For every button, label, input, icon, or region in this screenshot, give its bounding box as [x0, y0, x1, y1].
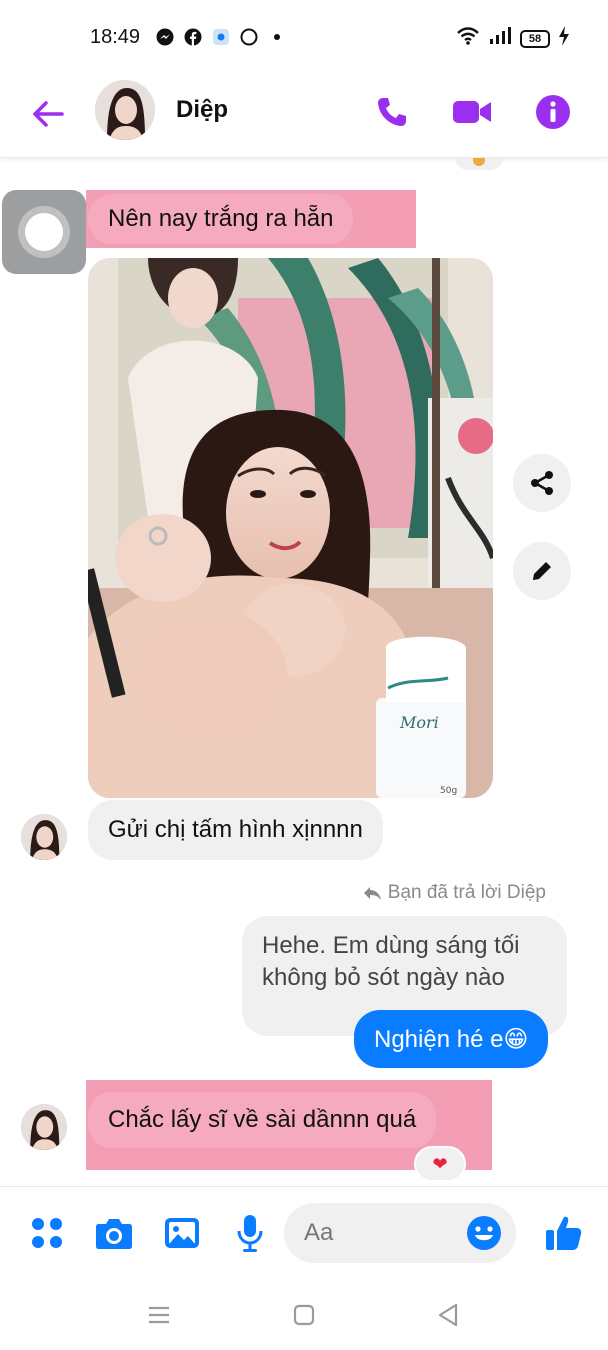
message-composer: Aa — [0, 1186, 608, 1282]
voice-button[interactable] — [230, 1213, 270, 1253]
charging-icon — [558, 26, 570, 51]
message-text: Nên nay trắng ra hẵn — [108, 205, 334, 232]
share-icon — [531, 471, 553, 495]
like-button[interactable] — [544, 1213, 584, 1253]
apps-button[interactable] — [27, 1213, 67, 1253]
assistive-touch-button[interactable] — [2, 190, 86, 274]
message-bubble-incoming[interactable]: Nên nay trắng ra hẵn — [88, 194, 354, 244]
heart-icon: ❤ — [432, 1153, 448, 1174]
sender-avatar[interactable] — [21, 814, 67, 860]
mic-icon — [237, 1215, 263, 1252]
signal-icon — [488, 26, 512, 51]
back-arrow-icon — [33, 101, 64, 127]
message-text: Gửi chị tấm hình xịnnnn — [108, 816, 363, 843]
dot-icon — [268, 28, 286, 46]
system-back-button[interactable] — [433, 1300, 463, 1330]
camera-icon — [96, 1219, 132, 1249]
app-icon — [212, 28, 230, 46]
reply-indicator: Bạn đã trả lời Diệp — [362, 882, 546, 904]
back-icon — [438, 1303, 458, 1327]
message-placeholder: Aa — [304, 1219, 334, 1246]
previous-reaction — [454, 158, 504, 170]
battery-icon: 58 — [520, 29, 550, 48]
like-icon — [546, 1216, 582, 1250]
message-text: Chắc lấy sĩ về sài dầnnn quá — [108, 1106, 417, 1133]
wifi-icon — [456, 26, 480, 51]
phone-icon — [378, 98, 406, 126]
photo-message[interactable]: Mori 50g — [88, 258, 493, 798]
photo-image: Mori 50g — [88, 258, 493, 798]
info-icon — [536, 95, 570, 129]
edit-button[interactable] — [513, 542, 571, 600]
back-button[interactable] — [28, 94, 68, 134]
menu-icon — [149, 1306, 169, 1324]
share-button[interactable] — [513, 454, 571, 512]
heart-reaction[interactable]: ❤ — [414, 1146, 466, 1182]
status-time: 18:49 — [90, 26, 141, 48]
notification-icons — [156, 28, 286, 46]
gallery-icon — [165, 1218, 199, 1248]
contact-name[interactable]: Diệp — [176, 96, 228, 124]
circle-icon — [240, 28, 258, 46]
info-button[interactable] — [533, 92, 573, 132]
sender-avatar[interactable] — [21, 1104, 67, 1150]
recents-button[interactable] — [144, 1300, 174, 1330]
status-bar: 18:49 58 — [0, 0, 608, 76]
quoted-text: Hehe. Em dùng sáng tối không bỏ sót ngày… — [262, 932, 520, 991]
product-weight-text: 50g — [440, 786, 457, 796]
facebook-icon — [184, 28, 202, 46]
pencil-icon — [533, 562, 551, 580]
reply-meta-text: Bạn đã trả lời Diệp — [387, 882, 546, 903]
system-nav-bar — [0, 1282, 608, 1350]
reply-icon — [363, 887, 381, 900]
message-bubble-incoming[interactable]: Chắc lấy sĩ về sài dầnnn quá — [88, 1092, 437, 1148]
messenger-icon — [156, 28, 174, 46]
message-bubble-outgoing[interactable]: Nghiện hé e😁 — [354, 1010, 549, 1068]
home-icon — [293, 1304, 315, 1326]
video-call-button[interactable] — [452, 92, 492, 132]
emoji-icon — [467, 1216, 501, 1250]
apps-icon — [32, 1218, 62, 1248]
message-text: Nghiện hé e😁 — [374, 1025, 529, 1053]
emoji-button[interactable] — [466, 1215, 502, 1251]
home-button[interactable] — [289, 1300, 319, 1330]
system-icons: 58 — [456, 26, 570, 51]
conversation-header: Diệp — [0, 76, 608, 158]
camera-button[interactable] — [94, 1213, 134, 1253]
contact-avatar[interactable] — [95, 80, 155, 140]
call-button[interactable] — [372, 92, 412, 132]
message-list[interactable]: Nên nay trắng ra hẵn Mori 50g Gửi chị tấ… — [0, 158, 608, 1186]
message-bubble-incoming[interactable]: Gửi chị tấm hình xịnnnn — [88, 800, 383, 860]
product-brand-text: Mori — [399, 713, 439, 732]
video-icon — [453, 101, 491, 123]
gallery-button[interactable] — [162, 1213, 202, 1253]
